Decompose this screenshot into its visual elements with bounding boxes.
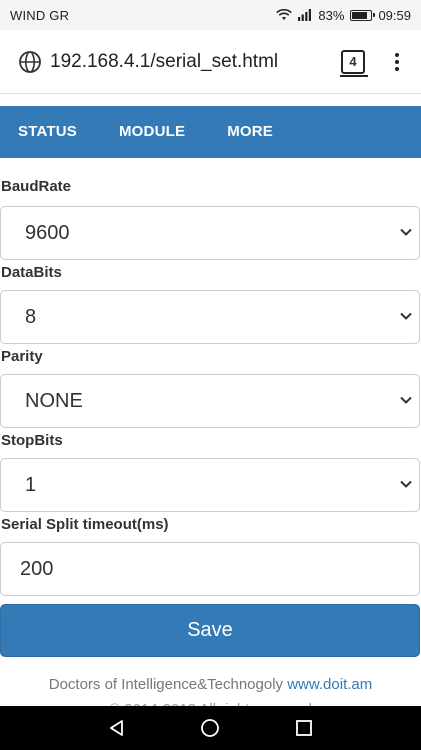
stopbits-value: 1 <box>25 473 37 496</box>
top-navbar: STATUS MODULE MORE <box>0 106 421 158</box>
recents-icon[interactable] <box>294 718 314 738</box>
serial-settings-form: BaudRate 9600 DataBits 8 Parity NONE Sto… <box>0 158 421 596</box>
battery-percent: 83% <box>318 7 345 23</box>
home-icon[interactable] <box>200 718 220 738</box>
status-bar: WIND GR 83% 09:59 <box>0 0 421 30</box>
browser-address-bar: 192.168.4.1/serial_set.html 4 <box>0 30 421 94</box>
url-field[interactable]: 192.168.4.1/serial_set.html <box>50 51 341 73</box>
parity-value: NONE <box>25 389 83 412</box>
timeout-label: Serial Split timeout(ms) <box>1 516 169 533</box>
baudrate-label: BaudRate <box>1 178 72 195</box>
save-button[interactable]: Save <box>0 604 420 657</box>
baudrate-value: 9600 <box>25 221 70 244</box>
nav-more[interactable]: MORE <box>209 106 291 158</box>
signal-icon <box>298 9 312 21</box>
clock: 09:59 <box>378 7 411 23</box>
stopbits-select[interactable]: 1 <box>0 458 420 512</box>
nav-status[interactable]: STATUS <box>0 106 95 158</box>
nav-module[interactable]: MODULE <box>101 106 203 158</box>
battery-fill <box>352 11 368 19</box>
system-nav-bar <box>0 706 421 750</box>
chevron-down-icon <box>399 474 413 497</box>
menu-dots-icon[interactable] <box>387 50 407 74</box>
carrier-name: WIND GR <box>10 7 70 23</box>
databits-value: 8 <box>25 305 37 328</box>
databits-select[interactable]: 8 <box>0 290 420 344</box>
parity-label: Parity <box>1 348 43 365</box>
battery-icon <box>350 9 376 21</box>
baudrate-select[interactable]: 9600 <box>0 206 420 260</box>
timeout-value: 200 <box>20 557 54 580</box>
chevron-down-icon <box>399 222 413 245</box>
tabs-icon[interactable]: 4 <box>340 49 368 77</box>
back-icon[interactable] <box>107 718 127 738</box>
globe-icon[interactable] <box>18 50 42 74</box>
status-icons: 83% 09:59 <box>276 8 411 23</box>
chevron-down-icon <box>399 390 413 413</box>
chevron-down-icon <box>399 306 413 329</box>
stopbits-label: StopBits <box>1 432 63 449</box>
databits-label: DataBits <box>1 264 62 281</box>
footer-link[interactable]: www.doit.am <box>287 676 372 693</box>
footer-text: Doctors of Intelligence&Technogoly <box>48 676 284 693</box>
wifi-icon <box>276 9 293 21</box>
parity-select[interactable]: NONE <box>0 374 420 428</box>
timeout-input[interactable]: 200 <box>0 542 420 596</box>
